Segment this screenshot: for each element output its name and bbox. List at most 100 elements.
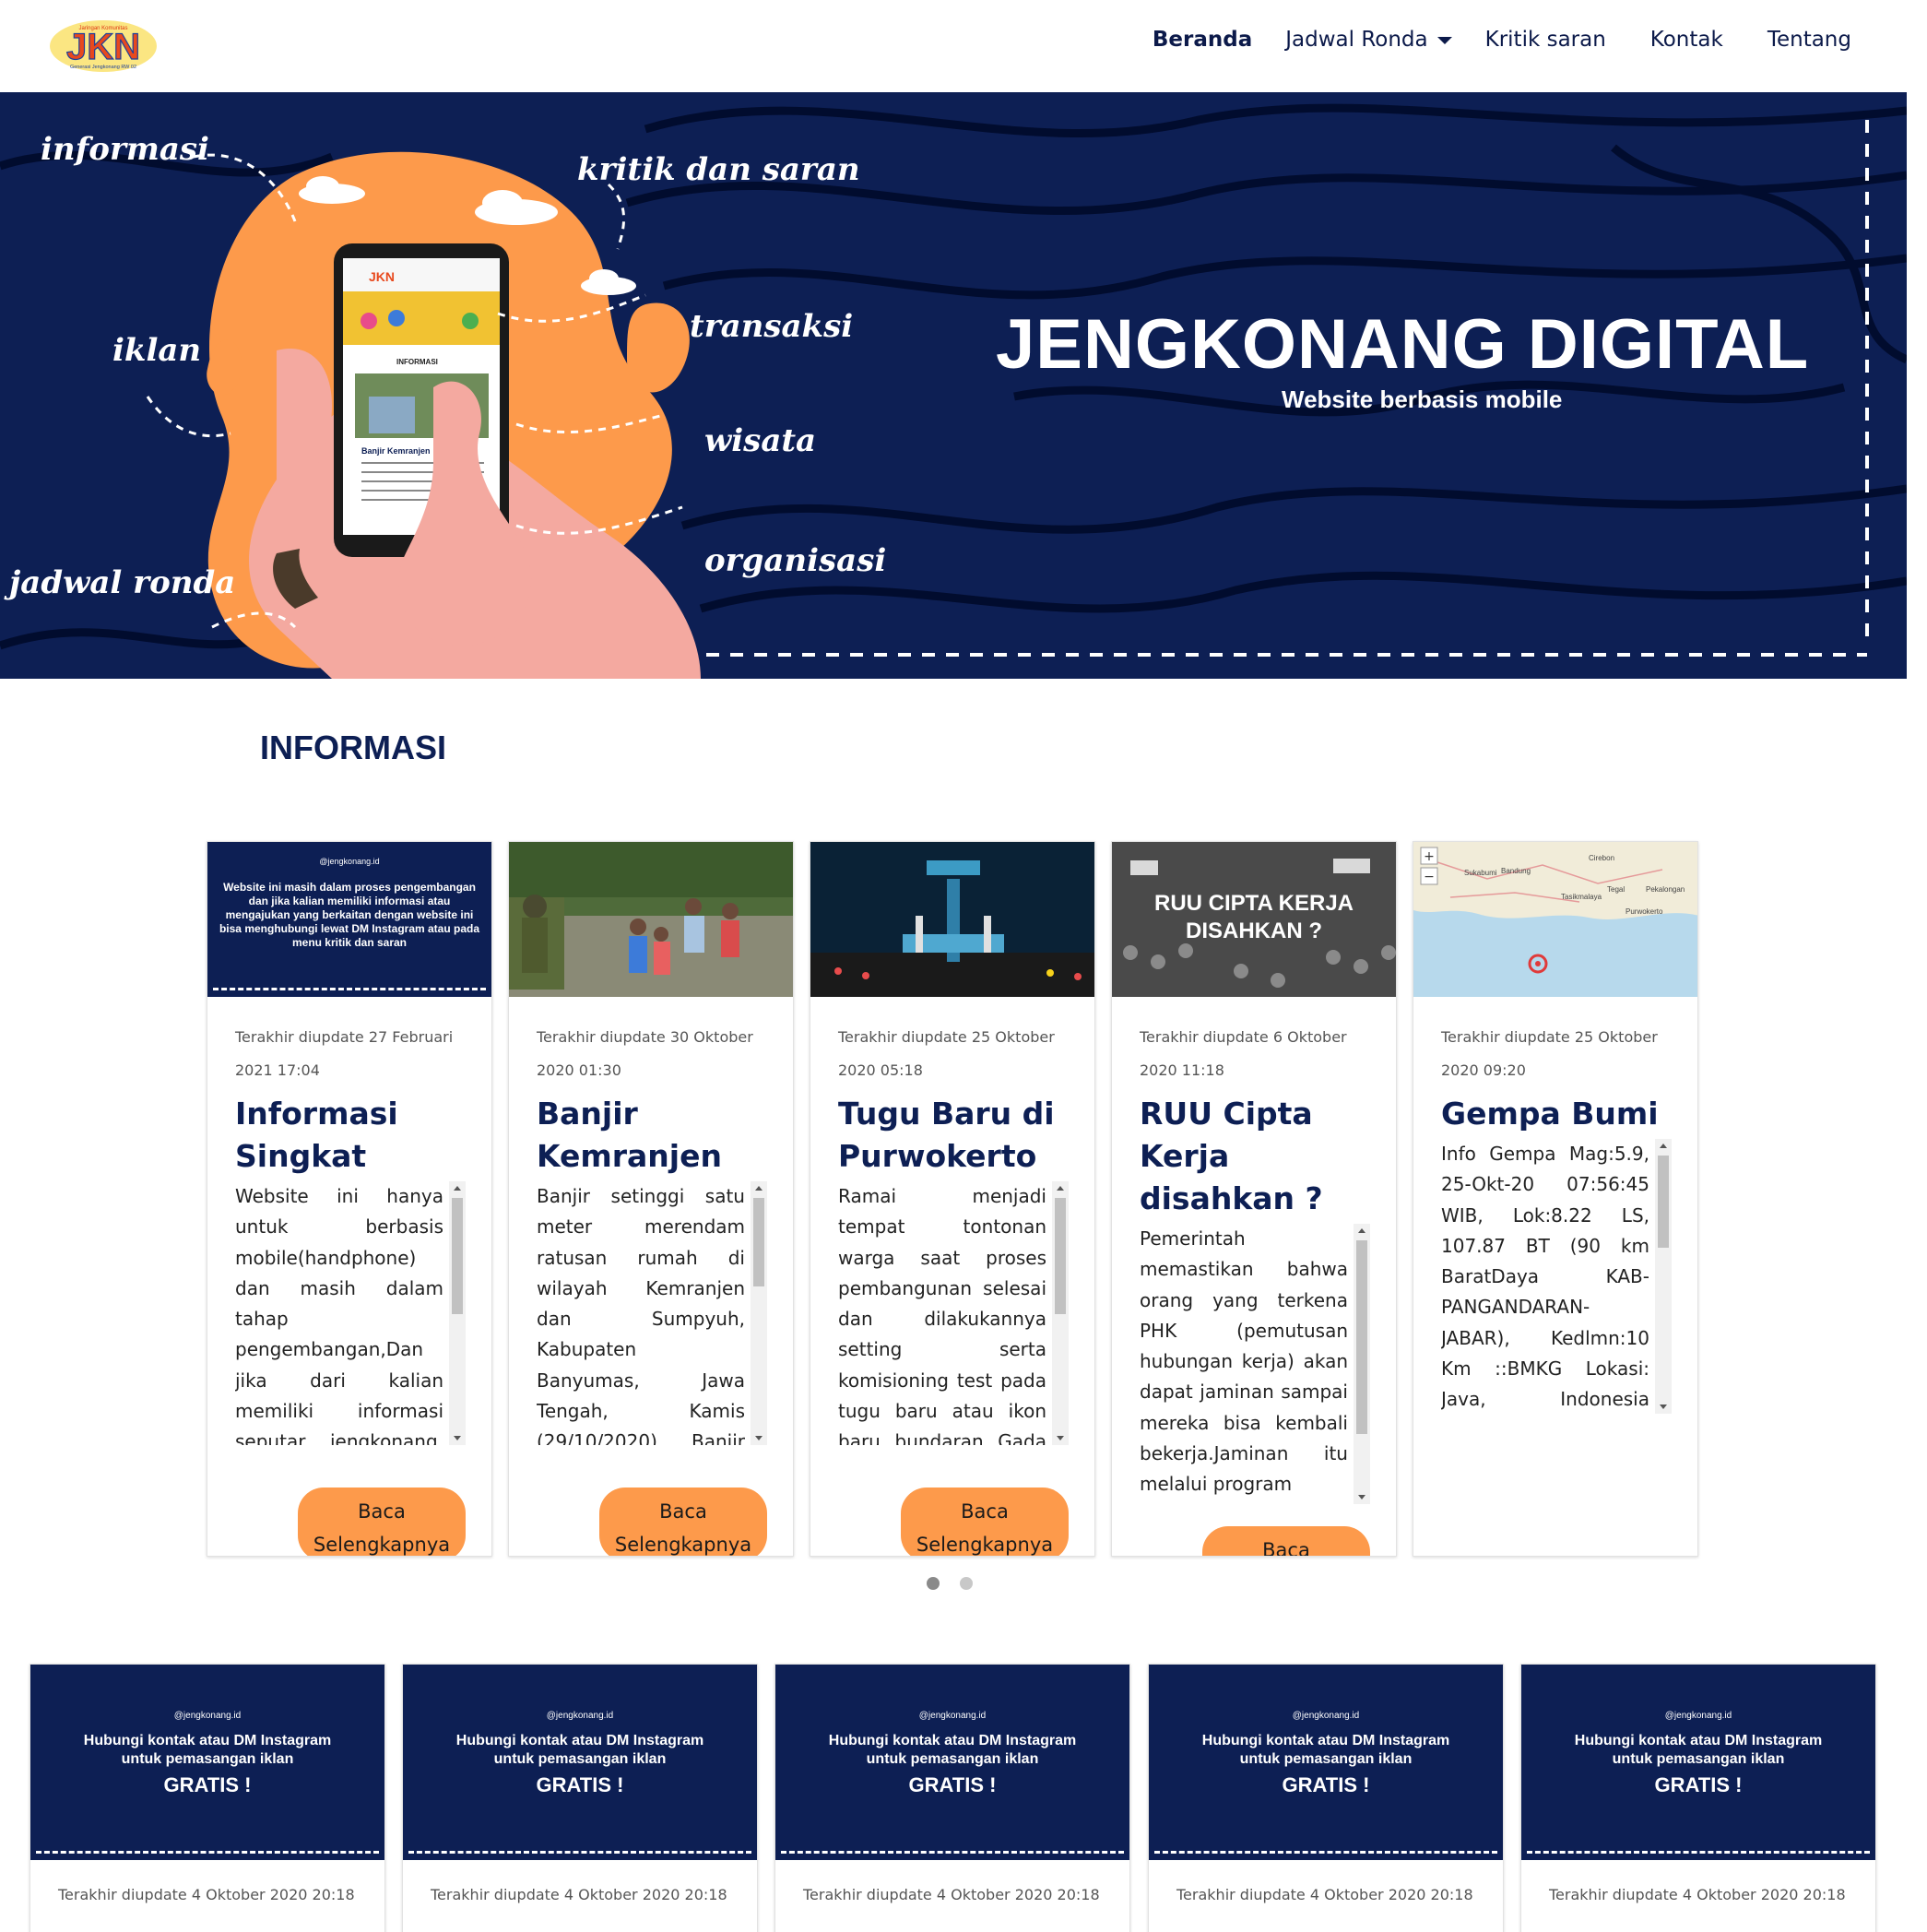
scroll-up-icon[interactable] xyxy=(1358,1228,1365,1233)
scrollbar[interactable] xyxy=(1052,1181,1069,1445)
hero-label-kritik: kritik dan saran xyxy=(577,151,860,188)
card-title[interactable]: RUU Cipta Kerja disahkan ? xyxy=(1140,1093,1368,1220)
navbar: Jaringan Komunitas JKN Generasi Jengkona… xyxy=(0,0,1909,92)
ad-line-2: untuk pemasangan iklan xyxy=(866,1751,1039,1767)
scroll-up-icon[interactable] xyxy=(1660,1144,1667,1148)
news-card: Terakhir diupdate 30 Oktober 2020 01:30 … xyxy=(508,841,794,1557)
card-text-scroll[interactable]: Ramai menjadi tempat tontonan warga saat… xyxy=(838,1181,1069,1445)
hero-label-transaksi: transaksi xyxy=(690,308,854,345)
ad-line-3: GRATIS ! xyxy=(1282,1773,1370,1796)
card-image xyxy=(810,842,1094,997)
carousel-dot-1[interactable] xyxy=(927,1577,940,1590)
divider xyxy=(1527,1851,1870,1854)
nav-about[interactable]: Tentang xyxy=(1767,28,1851,52)
svg-text:−: − xyxy=(1424,870,1435,884)
scrollbar[interactable] xyxy=(1354,1224,1370,1504)
card-image: RUU CIPTA KERJA DISAHKAN ? xyxy=(1112,842,1396,997)
read-more-button[interactable]: Baca Selengkapnya xyxy=(599,1488,767,1556)
divider xyxy=(213,988,486,990)
card-title[interactable]: Gempa Bumi xyxy=(1441,1093,1670,1135)
card-image-text: RUU CIPTA KERJA DISAHKAN ? xyxy=(1153,891,1354,943)
divider xyxy=(781,1851,1124,1854)
card-title[interactable]: Tugu Baru di Purwokerto xyxy=(838,1093,1067,1178)
card-date: Terakhir diupdate 25 Oktober 2020 05:18 xyxy=(838,1028,1055,1079)
scroll-thumb[interactable] xyxy=(753,1198,764,1286)
card-text-scroll[interactable]: Pemerintah memastikan bahwa orang yang t… xyxy=(1140,1224,1370,1504)
scroll-down-icon[interactable] xyxy=(755,1436,763,1440)
ad-card[interactable]: @jengkonang.id Hubungi kontak atau DM In… xyxy=(774,1664,1130,1932)
card-text: Banjir setinggi satu meter merendam ratu… xyxy=(537,1185,745,1445)
ad-date: Terakhir diupdate 4 Oktober 2020 20:18 xyxy=(58,1886,355,1903)
hero-label-organisasi: organisasi xyxy=(704,542,887,579)
caret-down-icon xyxy=(1436,36,1452,44)
scroll-down-icon[interactable] xyxy=(454,1436,461,1440)
scrollbar[interactable] xyxy=(449,1181,466,1445)
news-card: RUU CIPTA KERJA DISAHKAN ? Terakhir diup… xyxy=(1111,841,1397,1557)
nav-feedback[interactable]: Kritik saran xyxy=(1485,28,1606,52)
ad-date: Terakhir diupdate 4 Oktober 2020 20:18 xyxy=(803,1886,1100,1903)
ad-line-2: untuk pemasangan iklan xyxy=(1612,1751,1785,1767)
scroll-up-icon[interactable] xyxy=(454,1186,461,1191)
map-label: Bandung xyxy=(1501,867,1531,875)
card-text: Ramai menjadi tempat tontonan warga saat… xyxy=(838,1185,1046,1445)
ad-card[interactable]: @jengkonang.id Hubungi kontak atau DM In… xyxy=(1520,1664,1876,1932)
nav-schedule-dropdown[interactable]: Jadwal Ronda xyxy=(1285,28,1452,52)
read-more-button[interactable]: Baca Selengkapnya xyxy=(901,1488,1069,1556)
ad-date: Terakhir diupdate 4 Oktober 2020 20:18 xyxy=(431,1886,727,1903)
hero-title: JENGKONANG DIGITAL xyxy=(996,305,1810,384)
scroll-down-icon[interactable] xyxy=(1358,1495,1365,1499)
card-image: + − Cirebon Bandung Tegal Sukabumi Tasik… xyxy=(1413,842,1697,997)
nav-schedule-label: Jadwal Ronda xyxy=(1285,28,1428,52)
ad-line-3: GRATIS ! xyxy=(163,1773,252,1796)
read-more-button[interactable]: Baca Selengkapnya xyxy=(1202,1526,1370,1556)
map-label: Cirebon xyxy=(1589,854,1614,862)
scroll-up-icon[interactable] xyxy=(1057,1186,1064,1191)
ad-line-3: GRATIS ! xyxy=(1654,1773,1743,1796)
ad-card[interactable]: @jengkonang.id Hubungi kontak atau DM In… xyxy=(1148,1664,1504,1932)
map-label: Pekalongan xyxy=(1646,885,1685,894)
svg-text:JKN: JKN xyxy=(369,269,395,284)
card-text: Info Gempa Mag:5.9, 25-Okt-20 07:56:45 W… xyxy=(1441,1143,1649,1411)
scroll-down-icon[interactable] xyxy=(1660,1405,1667,1409)
ad-handle: @jengkonang.id xyxy=(173,1711,242,1721)
nav-contact[interactable]: Kontak xyxy=(1650,28,1723,52)
card-date: Terakhir diupdate 25 Oktober 2020 09:20 xyxy=(1441,1028,1658,1079)
scroll-up-icon[interactable] xyxy=(755,1186,763,1191)
scrollbar[interactable] xyxy=(1655,1139,1672,1414)
carousel-indicators xyxy=(927,1577,973,1590)
card-date: Terakhir diupdate 30 Oktober 2020 01:30 xyxy=(537,1028,753,1079)
card-title[interactable]: Informasi Singkat xyxy=(235,1093,464,1178)
ad-card[interactable]: @jengkonang.id Hubungi kontak atau DM In… xyxy=(30,1664,385,1932)
card-text: Pemerintah memastikan bahwa orang yang t… xyxy=(1140,1227,1348,1496)
hero-subtitle: Website berbasis mobile xyxy=(1282,385,1563,413)
read-more-button[interactable]: Baca Selengkapnya xyxy=(298,1488,466,1556)
scroll-down-icon[interactable] xyxy=(1057,1436,1064,1440)
card-text-scroll[interactable]: Banjir setinggi satu meter merendam ratu… xyxy=(537,1181,767,1445)
scroll-thumb[interactable] xyxy=(1658,1156,1669,1248)
divider xyxy=(1154,1851,1497,1854)
card-date: Terakhir diupdate 27 Februari 2021 17:04 xyxy=(235,1028,454,1079)
map-label: Purwokerto xyxy=(1626,907,1663,916)
map-label: Tegal xyxy=(1607,885,1625,894)
ad-line-2: untuk pemasangan iklan xyxy=(493,1751,667,1767)
ad-date: Terakhir diupdate 4 Oktober 2020 20:18 xyxy=(1549,1886,1846,1903)
section-title: INFORMASI xyxy=(260,729,446,766)
card-title[interactable]: Banjir Kemranjen xyxy=(537,1093,765,1178)
news-carousel[interactable]: @jengkonang.id Website ini masih dalam p… xyxy=(207,841,1700,1557)
carousel-dot-2[interactable] xyxy=(960,1577,973,1590)
ad-line-1: Hubungi kontak atau DM Instagram xyxy=(1574,1733,1823,1748)
scroll-thumb[interactable] xyxy=(1356,1240,1367,1434)
ad-card[interactable]: @jengkonang.id Hubungi kontak atau DM In… xyxy=(402,1664,758,1932)
hero-label-informasi: informasi xyxy=(41,131,209,168)
card-text-scroll[interactable]: Website ini hanya untuk berbasis mobile(… xyxy=(235,1181,466,1445)
site-logo[interactable]: Jaringan Komunitas JKN Generasi Jengkona… xyxy=(48,17,159,76)
divider xyxy=(36,1851,379,1854)
nav-menu: Beranda Jadwal Ronda Kritik saran Kontak… xyxy=(1110,28,1851,52)
ad-line-3: GRATIS ! xyxy=(536,1773,624,1796)
scroll-thumb[interactable] xyxy=(452,1198,463,1314)
scrollbar[interactable] xyxy=(751,1181,767,1445)
card-image xyxy=(509,842,793,997)
nav-home[interactable]: Beranda xyxy=(1153,28,1252,52)
card-text-scroll[interactable]: Info Gempa Mag:5.9, 25-Okt-20 07:56:45 W… xyxy=(1441,1139,1672,1414)
scroll-thumb[interactable] xyxy=(1055,1198,1066,1314)
